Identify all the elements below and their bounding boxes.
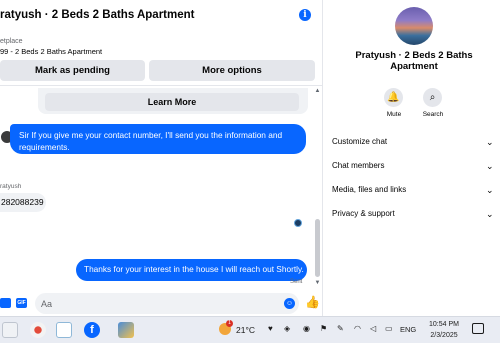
taskbar: f 1 21°C ♥ ◈ ◉ ⚑ ✎ ◠ ◁ ▭ ENG 10:54 PM 2/… <box>0 316 500 343</box>
sent-message: Sir If you give me your contact number, … <box>10 124 306 154</box>
tray-icon[interactable]: ◈ <box>284 324 290 334</box>
temperature[interactable]: 21°C <box>236 325 255 335</box>
taskbar-app-icon[interactable] <box>118 322 134 338</box>
app-window: ratyush · 2 Beds 2 Baths Apartment i etp… <box>0 0 500 343</box>
details-title: Pratyush · 2 Beds 2 Baths Apartment <box>355 50 473 72</box>
chevron-down-icon: ⌄ <box>486 185 494 195</box>
chevron-down-icon: ⌄ <box>486 161 494 171</box>
tray-icon[interactable]: ◉ <box>303 324 310 334</box>
bell-icon[interactable]: 🔔 <box>384 88 403 107</box>
sent-message: Thanks for your interest in the house I … <box>76 259 307 281</box>
scroll-down-arrow-icon[interactable]: ▼ <box>314 280 321 286</box>
listing-line[interactable]: 99 - 2 Beds 2 Baths Apartment <box>0 47 102 56</box>
mark-as-pending-button[interactable]: Mark as pending <box>0 60 145 81</box>
language-indicator[interactable]: ENG <box>400 325 416 334</box>
info-icon[interactable]: i <box>299 9 311 21</box>
message-input[interactable] <box>35 293 299 314</box>
like-icon[interactable]: 👍 <box>305 295 320 309</box>
scrollbar[interactable]: ▲ ▼ <box>314 86 321 290</box>
learn-more-button[interactable]: Learn More <box>45 93 299 111</box>
battery-icon[interactable]: ▭ <box>385 324 393 334</box>
menu-privacy-support[interactable]: Privacy & support ⌄ <box>332 206 497 224</box>
composer: GIF ☺ 👍 <box>0 291 323 316</box>
image-icon[interactable] <box>0 298 11 308</box>
more-options-button[interactable]: More options <box>149 60 315 81</box>
message-list[interactable]: Learn More Sir If you give me your conta… <box>0 85 323 290</box>
chevron-down-icon: ⌄ <box>486 209 494 219</box>
clock-date: 2/3/2025 <box>430 332 458 339</box>
scroll-up-arrow-icon[interactable]: ▲ <box>314 88 321 94</box>
menu-chat-members[interactable]: Chat members ⌄ <box>332 158 497 176</box>
chevron-down-icon: ⌄ <box>486 137 494 147</box>
menu-label: Privacy & support <box>332 209 395 218</box>
menu-label: Media, files and links <box>332 185 407 194</box>
tray-icon[interactable]: ⚑ <box>320 324 327 334</box>
facebook-icon[interactable]: f <box>84 322 100 338</box>
tray-icon[interactable]: ♥ <box>268 324 273 334</box>
marketplace-label: etplace <box>0 38 23 45</box>
mute-label: Mute <box>386 111 402 118</box>
chat-title[interactable]: ratyush · 2 Beds 2 Baths Apartment <box>0 9 194 21</box>
taskbar-app-icon[interactable] <box>56 322 72 338</box>
weather-badge: 1 <box>226 320 233 327</box>
gif-icon[interactable]: GIF <box>16 298 27 308</box>
search-label: Search <box>422 111 444 118</box>
clock[interactable]: 10:54 PM 2/3/2025 <box>424 319 464 341</box>
notification-icon[interactable] <box>472 323 484 334</box>
tray-icon[interactable]: ✎ <box>337 324 344 334</box>
received-message: 282088239 <box>0 193 46 212</box>
chat-pane: ratyush · 2 Beds 2 Baths Apartment i etp… <box>0 0 323 316</box>
clock-time: 10:54 PM <box>429 321 459 328</box>
menu-media-files-links[interactable]: Media, files and links ⌄ <box>332 182 497 200</box>
seen-avatar <box>294 219 302 227</box>
volume-icon[interactable]: ◁ <box>370 324 376 334</box>
menu-label: Customize chat <box>332 137 388 146</box>
wifi-icon[interactable]: ◠ <box>354 324 361 334</box>
avatar <box>395 7 433 45</box>
sent-status: Sent <box>290 279 303 285</box>
menu-customize-chat[interactable]: Customize chat ⌄ <box>332 134 497 152</box>
emoji-icon[interactable]: ☺ <box>284 298 295 309</box>
search-icon[interactable]: ⌕ <box>423 88 442 107</box>
menu-label: Chat members <box>332 161 385 170</box>
sender-name: ratyush <box>0 183 22 190</box>
taskbar-app-icon[interactable] <box>2 322 18 338</box>
taskbar-app-icon[interactable] <box>30 322 46 338</box>
chat-header: ratyush · 2 Beds 2 Baths Apartment i <box>0 0 323 33</box>
scroll-thumb[interactable] <box>315 219 320 277</box>
details-pane: Pratyush · 2 Beds 2 Baths Apartment 🔔 ⌕ … <box>324 0 500 316</box>
